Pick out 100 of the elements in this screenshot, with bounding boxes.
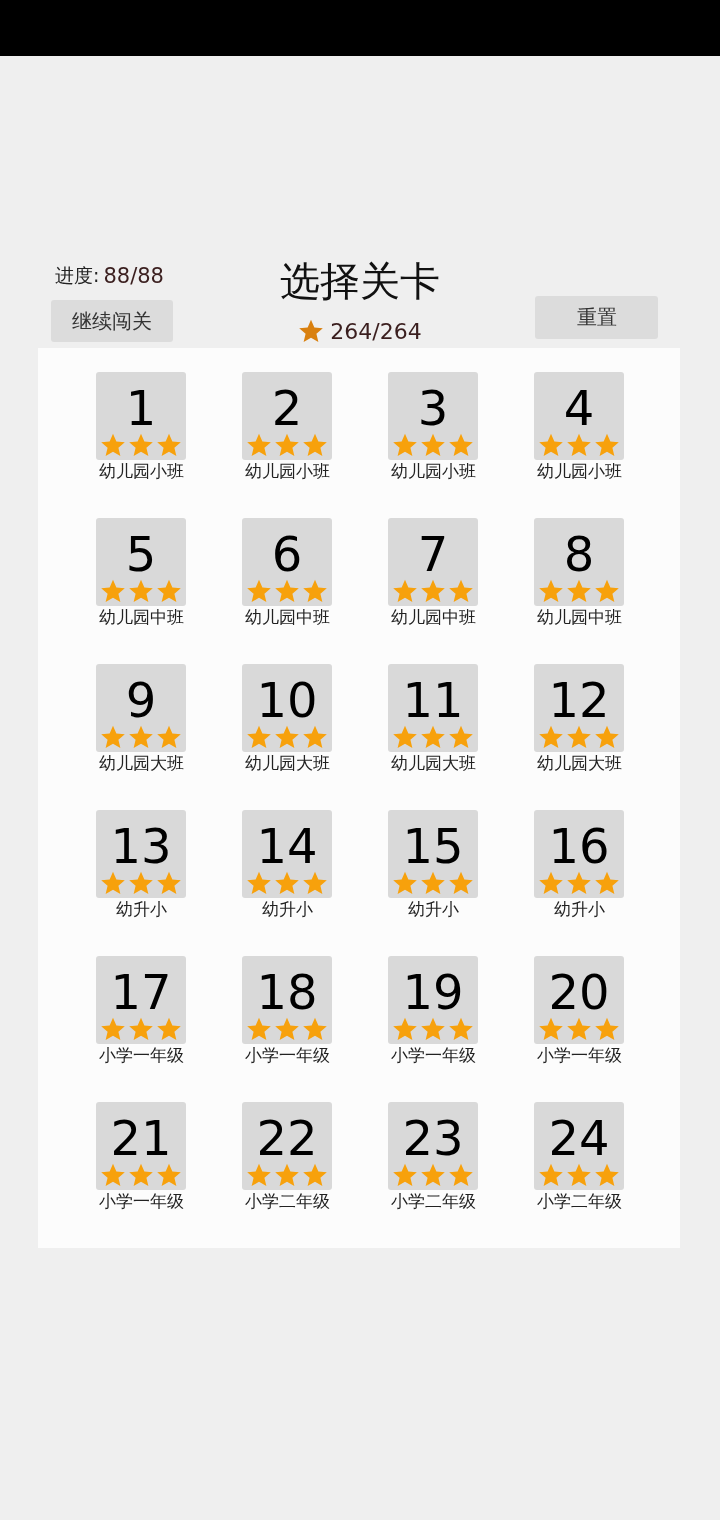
star-icon bbox=[246, 724, 272, 750]
star-icon bbox=[274, 724, 300, 750]
level-label: 幼儿园小班 bbox=[536, 460, 622, 483]
star-icon bbox=[594, 724, 620, 750]
star-icon bbox=[156, 1162, 182, 1188]
star-icon bbox=[128, 870, 154, 896]
continue-button[interactable]: 继续闯关 bbox=[51, 300, 173, 342]
star-icon bbox=[566, 578, 592, 604]
star-icon bbox=[274, 1016, 300, 1042]
level-tile[interactable]: 20 bbox=[534, 956, 624, 1044]
level-label: 小学一年级 bbox=[536, 1044, 622, 1067]
star-icon bbox=[566, 724, 592, 750]
level-label: 幼儿园大班 bbox=[390, 752, 476, 775]
star-icon bbox=[420, 724, 446, 750]
star-icon bbox=[392, 724, 418, 750]
level-label: 幼升小 bbox=[261, 898, 313, 921]
level-tile[interactable]: 7 bbox=[388, 518, 478, 606]
level-tile[interactable]: 24 bbox=[534, 1102, 624, 1190]
star-icon bbox=[594, 1162, 620, 1188]
star-icon bbox=[302, 578, 328, 604]
star-icon bbox=[274, 870, 300, 896]
star-icon bbox=[156, 432, 182, 458]
progress-label: 进度: bbox=[55, 263, 100, 288]
star-icon bbox=[420, 1162, 446, 1188]
level-tile[interactable]: 19 bbox=[388, 956, 478, 1044]
star-icon bbox=[100, 578, 126, 604]
star-icon bbox=[392, 578, 418, 604]
level-label: 幼儿园大班 bbox=[244, 752, 330, 775]
star-icon bbox=[594, 578, 620, 604]
star-icon bbox=[100, 1162, 126, 1188]
star-icon bbox=[302, 870, 328, 896]
level-tile[interactable]: 14 bbox=[242, 810, 332, 898]
star-icon bbox=[392, 870, 418, 896]
star-icon bbox=[302, 432, 328, 458]
level-label: 小学一年级 bbox=[98, 1044, 184, 1067]
level-tile[interactable]: 3 bbox=[388, 372, 478, 460]
level-label: 幼儿园小班 bbox=[244, 460, 330, 483]
star-icon bbox=[538, 578, 564, 604]
level-tile[interactable]: 13 bbox=[96, 810, 186, 898]
star-icon bbox=[128, 432, 154, 458]
level-tile[interactable]: 23 bbox=[388, 1102, 478, 1190]
star-icon bbox=[246, 870, 272, 896]
level-label: 幼儿园中班 bbox=[390, 606, 476, 629]
level-label: 幼升小 bbox=[115, 898, 167, 921]
level-label: 小学二年级 bbox=[244, 1190, 330, 1213]
star-icon bbox=[128, 724, 154, 750]
level-label: 幼儿园中班 bbox=[536, 606, 622, 629]
star-icon bbox=[246, 1016, 272, 1042]
level-label: 幼儿园大班 bbox=[98, 752, 184, 775]
star-icon bbox=[392, 1016, 418, 1042]
star-icon bbox=[246, 578, 272, 604]
star-icon bbox=[448, 724, 474, 750]
level-tile[interactable]: 17 bbox=[96, 956, 186, 1044]
star-icon bbox=[594, 432, 620, 458]
star-icon bbox=[156, 724, 182, 750]
star-icon bbox=[538, 870, 564, 896]
star-icon bbox=[100, 724, 126, 750]
star-icon bbox=[538, 1016, 564, 1042]
star-icon bbox=[566, 432, 592, 458]
reset-button[interactable]: 重置 bbox=[535, 296, 658, 339]
level-tile[interactable]: 21 bbox=[96, 1102, 186, 1190]
level-tile[interactable]: 2 bbox=[242, 372, 332, 460]
level-tile[interactable]: 6 bbox=[242, 518, 332, 606]
level-tile[interactable]: 11 bbox=[388, 664, 478, 752]
star-icon bbox=[420, 432, 446, 458]
star-icon bbox=[298, 318, 325, 344]
star-icon bbox=[420, 578, 446, 604]
star-icon bbox=[448, 1162, 474, 1188]
level-label: 幼儿园中班 bbox=[98, 606, 184, 629]
star-icon bbox=[156, 1016, 182, 1042]
star-icon bbox=[100, 1016, 126, 1042]
level-label: 小学二年级 bbox=[536, 1190, 622, 1213]
level-tile[interactable]: 9 bbox=[96, 664, 186, 752]
level-label: 幼儿园小班 bbox=[390, 460, 476, 483]
level-tile[interactable]: 8 bbox=[534, 518, 624, 606]
star-icon bbox=[302, 1162, 328, 1188]
level-tile[interactable]: 10 bbox=[242, 664, 332, 752]
level-tile[interactable]: 18 bbox=[242, 956, 332, 1044]
star-icon bbox=[274, 432, 300, 458]
star-icon bbox=[392, 432, 418, 458]
level-tile[interactable]: 15 bbox=[388, 810, 478, 898]
level-tile[interactable]: 4 bbox=[534, 372, 624, 460]
level-label: 小学一年级 bbox=[390, 1044, 476, 1067]
star-icon bbox=[302, 724, 328, 750]
star-icon bbox=[420, 1016, 446, 1042]
level-tile[interactable]: 16 bbox=[534, 810, 624, 898]
star-icon bbox=[274, 578, 300, 604]
level-label: 幼儿园中班 bbox=[244, 606, 330, 629]
level-tile[interactable]: 1 bbox=[96, 372, 186, 460]
star-icon bbox=[100, 432, 126, 458]
page-title: 选择关卡 bbox=[280, 257, 440, 306]
star-icon bbox=[128, 578, 154, 604]
star-icon bbox=[538, 724, 564, 750]
star-icon bbox=[100, 870, 126, 896]
star-icon bbox=[538, 1162, 564, 1188]
level-label: 幼升小 bbox=[407, 898, 459, 921]
level-tile[interactable]: 5 bbox=[96, 518, 186, 606]
level-tile[interactable]: 22 bbox=[242, 1102, 332, 1190]
level-tile[interactable]: 12 bbox=[534, 664, 624, 752]
star-icon bbox=[448, 432, 474, 458]
